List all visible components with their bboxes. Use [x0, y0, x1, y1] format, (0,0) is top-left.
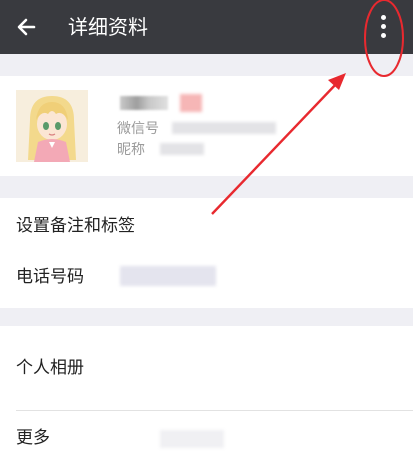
more-redacted — [160, 430, 224, 448]
personal-album[interactable]: 个人相册 — [16, 356, 84, 380]
wechat-id-line: 微信号 — [117, 120, 159, 138]
gender-badge — [180, 94, 202, 112]
avatar[interactable] — [16, 90, 88, 162]
remark-phone-group: 设置备注和标签 电话号码 — [0, 198, 413, 308]
wechat-id-redacted — [172, 122, 276, 134]
page-title: 详细资料 — [68, 15, 148, 39]
wechat-id-label: 微信号 — [117, 121, 159, 137]
more-vertical-icon[interactable] — [370, 12, 396, 42]
row-divider — [16, 410, 413, 411]
nickname-label: 昵称 — [117, 142, 145, 158]
album-more-group: 个人相册 更多 — [0, 326, 413, 463]
set-remark-tags[interactable]: 设置备注和标签 — [16, 214, 135, 238]
profile-card[interactable]: 微信号 昵称 — [0, 76, 413, 176]
nickname-redacted — [160, 143, 204, 155]
top-bar: 详细资料 — [0, 0, 413, 54]
more-item[interactable]: 更多 — [16, 426, 50, 450]
arrow-left-icon[interactable] — [14, 13, 42, 41]
nickname-redacted — [120, 96, 168, 110]
phone-number-label: 电话号码 — [16, 267, 84, 287]
phone-number-redacted[interactable] — [120, 266, 216, 286]
nickname-line: 昵称 — [117, 141, 145, 159]
